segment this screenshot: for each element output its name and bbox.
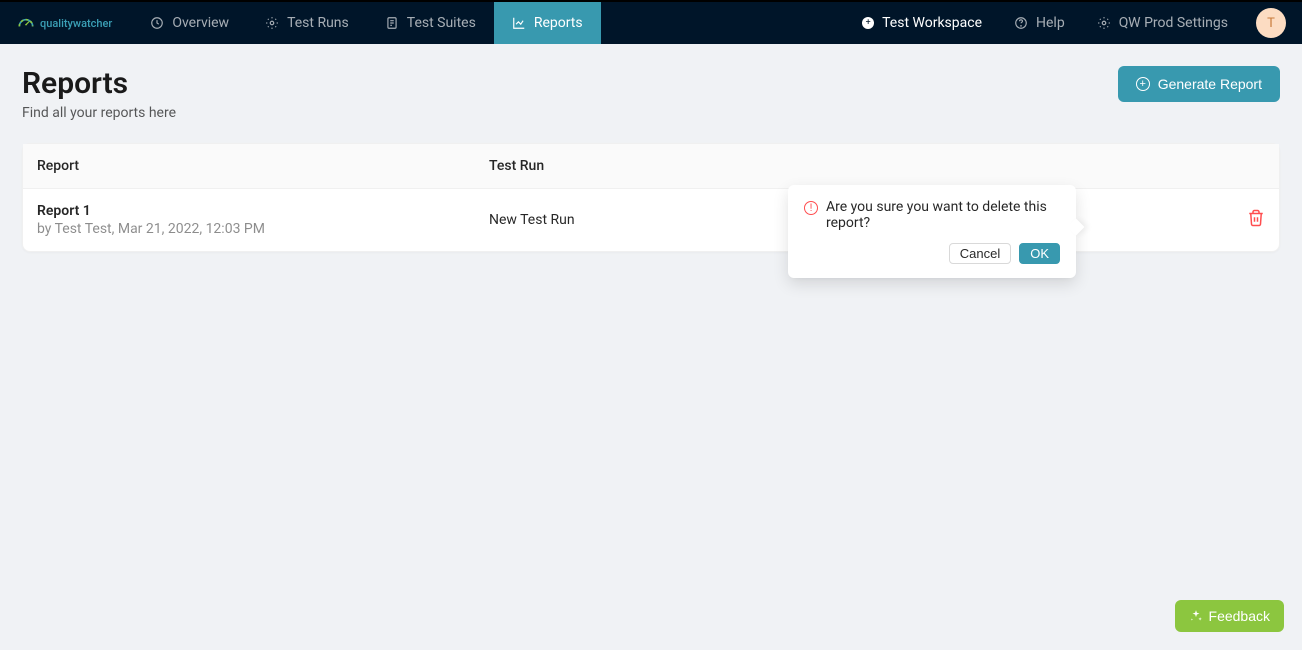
feedback-button[interactable]: Feedback [1175,600,1284,632]
nav-label: Test Suites [407,15,476,31]
report-name: Report 1 [37,203,489,219]
nav-reports[interactable]: Reports [494,2,601,44]
sparkle-icon [1189,609,1203,623]
gear-icon [1097,16,1111,30]
settings-link[interactable]: QW Prod Settings [1081,2,1244,44]
settings-label: QW Prod Settings [1119,15,1228,31]
page-subtitle: Find all your reports here [22,105,176,121]
avatar-initial: T [1267,16,1275,31]
cell-actions [1205,209,1265,231]
page-title: Reports [22,66,176,101]
nav-overview[interactable]: Overview [132,2,247,44]
table-row[interactable]: Report 1 by Test Test, Mar 21, 2022, 12:… [23,189,1279,251]
clipboard-icon [385,16,399,30]
main-nav: Overview Test Runs Test Suites Reports [132,2,600,44]
reports-table: Report Test Run Report 1 by Test Test, M… [22,143,1280,252]
help-icon [1014,16,1028,30]
help-link[interactable]: Help [998,2,1081,44]
gear-icon [265,16,279,30]
workspace-name: Test Workspace [882,15,982,31]
page-heading-block: Reports Find all your reports here [22,66,176,121]
report-meta: by Test Test, Mar 21, 2022, 12:03 PM [37,221,489,237]
brand-name: qualitywatcher [40,17,112,30]
plus-circle-icon [862,17,874,29]
dashboard-icon [150,16,164,30]
cell-report: Report 1 by Test Test, Mar 21, 2022, 12:… [37,203,489,237]
delete-button[interactable] [1247,209,1265,227]
th-report: Report [37,158,489,174]
brand-logo[interactable]: qualitywatcher [16,13,112,33]
nav-label: Reports [534,15,583,31]
page-header: Reports Find all your reports here + Gen… [22,66,1280,121]
ok-button[interactable]: OK [1019,243,1060,264]
nav-label: Overview [172,15,229,31]
exclamation-icon: ! [804,201,818,215]
top-nav: qualitywatcher Overview Test Runs Test S… [0,0,1302,44]
table-head: Report Test Run [23,144,1279,189]
user-avatar[interactable]: T [1256,8,1286,38]
th-action [1205,158,1265,174]
header-right: Test Workspace Help QW Prod Settings T [846,2,1286,44]
chart-icon [512,16,526,30]
plus-circle-icon: + [1136,77,1150,91]
logo-icon [16,13,36,33]
workspace-selector[interactable]: Test Workspace [846,2,998,44]
generate-report-button[interactable]: + Generate Report [1118,66,1280,102]
trash-icon [1247,209,1265,227]
nav-test-suites[interactable]: Test Suites [367,2,494,44]
delete-confirm-popover: ! Are you sure you want to delete this r… [788,185,1076,278]
nav-label: Test Runs [287,15,349,31]
feedback-label: Feedback [1209,608,1270,624]
help-label: Help [1036,15,1065,31]
nav-test-runs[interactable]: Test Runs [247,2,367,44]
main-content: Reports Find all your reports here + Gen… [0,44,1302,274]
cancel-button[interactable]: Cancel [949,243,1011,264]
generate-report-label: Generate Report [1158,76,1262,92]
popover-actions: Cancel OK [804,243,1060,264]
th-test-run: Test Run [489,158,1205,174]
popover-message: ! Are you sure you want to delete this r… [804,199,1060,231]
popover-text: Are you sure you want to delete this rep… [826,199,1060,231]
